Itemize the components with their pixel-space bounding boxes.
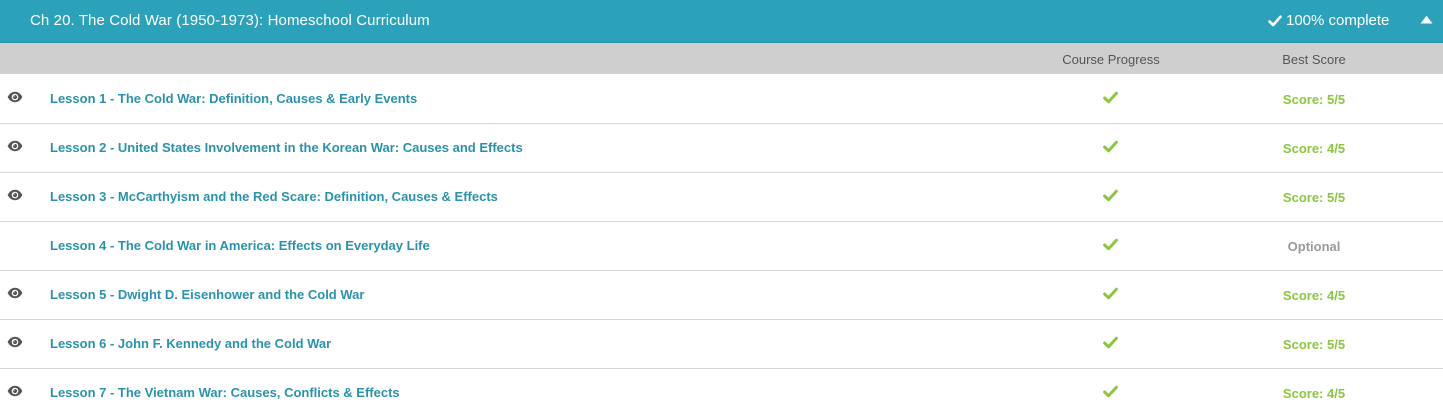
completion-text: 100% complete — [1286, 12, 1390, 29]
eye-icon[interactable] — [7, 287, 23, 299]
lesson-row: Lesson 2 - United States Involvement in … — [0, 124, 1443, 173]
lesson-link[interactable]: Lesson 6 - John F. Kennedy and the Cold … — [50, 336, 331, 352]
lesson-link[interactable]: Lesson 1 - The Cold War: Definition, Cau… — [50, 91, 417, 107]
column-header-course-progress: Course Progress — [1062, 52, 1160, 67]
lesson-row: Lesson 5 - Dwight D. Eisenhower and the … — [0, 271, 1443, 320]
chapter-title[interactable]: Ch 20. The Cold War (1950-1973): Homesch… — [30, 12, 430, 30]
best-score: Score: 4/5 — [1282, 288, 1346, 303]
lesson-row: Lesson 6 - John F. Kennedy and the Cold … — [0, 320, 1443, 369]
chapter-header[interactable]: Ch 20. The Cold War (1950-1973): Homesch… — [0, 0, 1443, 43]
best-score: Score: 5/5 — [1282, 337, 1346, 352]
completed-check-icon — [1103, 385, 1118, 398]
lesson-row: Lesson 4 - The Cold War in America: Effe… — [0, 222, 1443, 271]
lesson-row: Lesson 1 - The Cold War: Definition, Cau… — [0, 75, 1443, 124]
eye-icon[interactable] — [7, 140, 23, 152]
optional-label: Optional — [1287, 239, 1341, 254]
caret-up-icon[interactable] — [1420, 15, 1433, 24]
chapter-completion: 100% complete — [1268, 12, 1389, 30]
column-header-best-score: Best Score — [1282, 52, 1346, 67]
lesson-link[interactable]: Lesson 4 - The Cold War in America: Effe… — [50, 238, 430, 254]
completed-check-icon — [1103, 336, 1118, 349]
column-header-bar: Course Progress Best Score — [0, 43, 1443, 74]
lesson-row: Lesson 7 - The Vietnam War: Causes, Conf… — [0, 369, 1443, 417]
lesson-link[interactable]: Lesson 2 - United States Involvement in … — [50, 140, 523, 156]
lesson-list: Lesson 1 - The Cold War: Definition, Cau… — [0, 75, 1443, 417]
best-score: Score: 4/5 — [1282, 141, 1346, 156]
lesson-link[interactable]: Lesson 7 - The Vietnam War: Causes, Conf… — [50, 385, 400, 401]
best-score: Score: 4/5 — [1282, 386, 1346, 401]
eye-icon[interactable] — [7, 336, 23, 348]
completed-check-icon — [1103, 287, 1118, 300]
best-score: Score: 5/5 — [1282, 190, 1346, 205]
lesson-link[interactable]: Lesson 3 - McCarthyism and the Red Scare… — [50, 189, 498, 205]
best-score: Score: 5/5 — [1282, 92, 1346, 107]
eye-icon[interactable] — [7, 385, 23, 397]
completed-check-icon — [1103, 189, 1118, 202]
eye-icon[interactable] — [7, 91, 23, 103]
completed-check-icon — [1103, 238, 1118, 251]
completed-check-icon — [1103, 140, 1118, 153]
eye-icon[interactable] — [7, 189, 23, 201]
check-icon — [1268, 15, 1282, 27]
lesson-link[interactable]: Lesson 5 - Dwight D. Eisenhower and the … — [50, 287, 364, 303]
lesson-row: Lesson 3 - McCarthyism and the Red Scare… — [0, 173, 1443, 222]
completed-check-icon — [1103, 91, 1118, 104]
